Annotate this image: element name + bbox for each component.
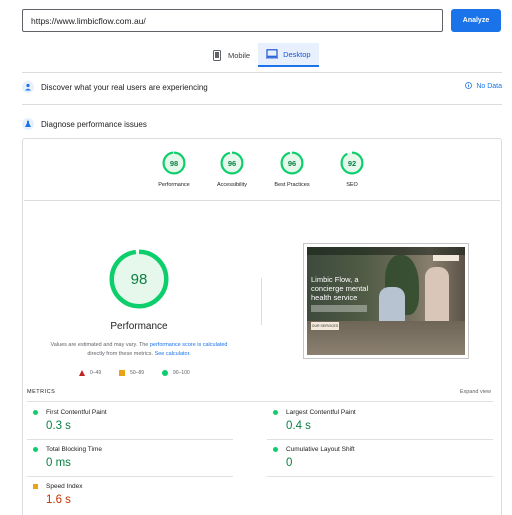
metric-label: Cumulative Layout Shift (286, 446, 355, 453)
score-calculation-link[interactable]: performance score is calculated (150, 342, 228, 348)
analyze-button[interactable]: Analyze (451, 9, 501, 32)
metric-label: Speed Index (46, 483, 83, 490)
good-circle-icon (273, 410, 278, 415)
score-value: 96 (227, 158, 237, 168)
tab-mobile[interactable]: Mobile (203, 43, 258, 67)
metric-value: 0.4 s (286, 420, 311, 432)
category-performance[interactable]: 98 Performance (144, 151, 204, 188)
metric-label: Largest Contentful Paint (286, 409, 356, 416)
score-value: 96 (287, 158, 297, 168)
expand-view-button[interactable]: Expand view (460, 389, 491, 395)
divider (24, 200, 500, 201)
divider (261, 278, 262, 325)
performance-gauge: 98 (109, 249, 169, 309)
divider (22, 104, 502, 105)
metric-fcp: First Contentful Paint 0.3 s (33, 409, 243, 432)
good-circle-icon (273, 447, 278, 452)
note-text: Values are estimated and may vary. The (50, 342, 150, 348)
metric-tbt: Total Blocking Time 0 ms (33, 446, 243, 469)
divider (27, 476, 233, 477)
performance-note: Values are estimated and may vary. The p… (39, 341, 239, 359)
diagnose-title: Diagnose performance issues (41, 119, 147, 129)
triangle-icon (79, 370, 85, 376)
note-text: directly from these metrics. (87, 351, 155, 357)
metric-value: 1.6 s (46, 494, 71, 506)
screenshot-image: Limbic Flow, a concierge mental health s… (307, 247, 465, 355)
diagnose-section: Diagnose performance issues (22, 116, 502, 132)
people-icon (22, 81, 34, 93)
divider (22, 72, 502, 73)
device-tabs: Mobile Desktop (203, 43, 319, 67)
field-data-title: Discover what your real users are experi… (41, 82, 208, 92)
legend-average: 50–89 (119, 370, 144, 376)
score-gauge: 96 (280, 151, 304, 175)
category-accessibility[interactable]: 96 Accessibility (202, 151, 262, 188)
category-label: Best Practices (274, 182, 310, 188)
see-calculator-link[interactable]: See calculator. (155, 351, 191, 357)
metric-value: 0.3 s (46, 420, 71, 432)
tab-desktop-label: Desktop (283, 49, 311, 59)
screenshot-headline: Limbic Flow, a concierge mental health s… (311, 275, 369, 302)
screenshot-person (425, 267, 449, 325)
metric-value: 0 ms (46, 457, 71, 469)
category-label: Performance (158, 182, 190, 188)
category-seo[interactable]: 92 SEO (322, 151, 382, 188)
url-input[interactable] (22, 9, 443, 32)
average-square-icon (33, 484, 38, 489)
metric-cls: Cumulative Layout Shift 0 (273, 446, 483, 469)
score-gauge: 92 (340, 151, 364, 175)
lab-flask-icon (22, 118, 34, 130)
legend-good: 90–100 (162, 370, 190, 376)
circle-icon (162, 370, 169, 376)
desktop-monitor-icon (266, 48, 279, 60)
page-screenshot: Limbic Flow, a concierge mental health s… (303, 243, 469, 359)
divider (267, 439, 493, 440)
score-value: 98 (169, 158, 179, 168)
metric-label: Total Blocking Time (46, 446, 102, 453)
category-best-practices[interactable]: 96 Best Practices (262, 151, 322, 188)
score-legend: 0–49 50–89 90–100 (79, 370, 208, 376)
screenshot-text (311, 305, 367, 312)
divider (27, 439, 233, 440)
square-icon (119, 370, 126, 376)
metrics-heading: METRICS (27, 389, 56, 395)
good-circle-icon (33, 410, 38, 415)
screenshot-header (307, 247, 465, 255)
score-gauge: 98 (162, 151, 186, 175)
legend-label: 90–100 (173, 370, 190, 376)
screenshot-cta (433, 255, 459, 261)
no-data-link[interactable]: No Data (465, 82, 502, 91)
metric-speed-index: Speed Index 1.6 s (33, 483, 243, 506)
legend-poor: 0–49 (79, 370, 101, 376)
metric-lcp: Largest Contentful Paint 0.4 s (273, 409, 483, 432)
good-circle-icon (33, 447, 38, 452)
report-panel: 98 Performance 96 Accessibility 96 Best … (22, 138, 502, 515)
tab-desktop[interactable]: Desktop (258, 43, 319, 67)
no-data-label: No Data (476, 83, 502, 90)
field-data-section: Discover what your real users are experi… (22, 79, 502, 95)
screenshot-button: OUR SERVICES (311, 322, 339, 330)
category-label: Accessibility (217, 182, 247, 188)
performance-title: Performance (110, 321, 168, 332)
legend-label: 0–49 (90, 370, 102, 376)
divider (267, 476, 493, 477)
score-value: 92 (347, 158, 357, 168)
mobile-phone-icon (211, 49, 223, 61)
divider (27, 401, 493, 402)
metric-value: 0 (286, 457, 293, 469)
category-label: SEO (346, 182, 358, 188)
performance-score: 98 (130, 270, 148, 288)
tab-mobile-label: Mobile (228, 50, 251, 60)
score-gauge: 96 (220, 151, 244, 175)
metric-label: First Contentful Paint (46, 409, 107, 416)
info-icon (465, 82, 473, 91)
legend-label: 50–89 (130, 370, 145, 376)
